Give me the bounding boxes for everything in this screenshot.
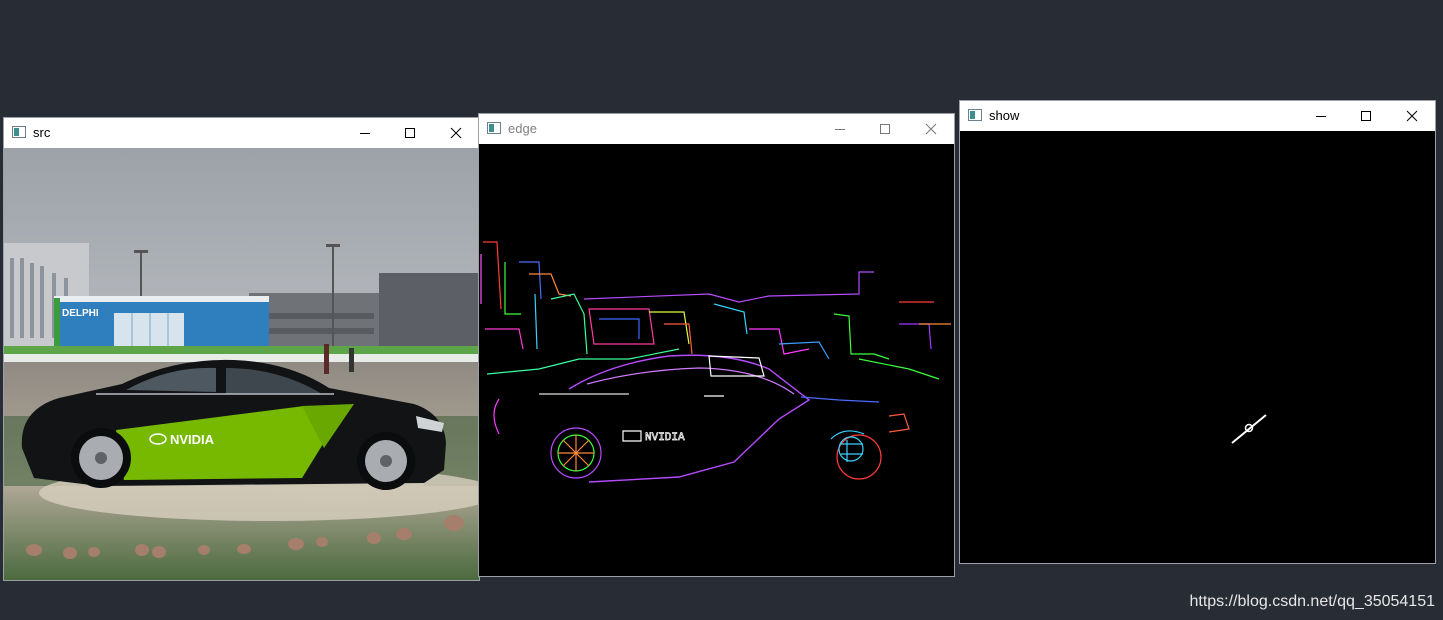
image-canvas-show	[960, 131, 1435, 563]
maximize-icon	[405, 128, 415, 138]
minimize-button[interactable]	[342, 118, 388, 148]
window-edge[interactable]: edge NVIDIA	[479, 114, 954, 576]
close-icon	[450, 127, 462, 139]
window-title: src	[33, 125, 51, 140]
minimize-icon	[360, 133, 370, 134]
app-icon	[487, 122, 501, 134]
car-logo: NVIDIA	[170, 432, 215, 447]
minimize-button[interactable]	[817, 114, 863, 144]
minimize-button[interactable]	[1298, 101, 1344, 131]
window-title: edge	[508, 121, 537, 136]
minimize-icon	[835, 129, 845, 130]
maximize-icon	[1361, 111, 1371, 121]
watermark: https://blog.csdn.net/qq_35054151	[1189, 593, 1435, 610]
app-icon	[968, 109, 982, 121]
close-button[interactable]	[908, 114, 954, 144]
edge-logo: NVIDIA	[645, 432, 685, 444]
close-icon	[1406, 110, 1418, 122]
booth-sign: DELPHI	[62, 308, 99, 319]
window-src[interactable]: src DELPHI NVIDIA	[4, 118, 479, 580]
titlebar-edge[interactable]: edge	[479, 114, 954, 144]
close-button[interactable]	[433, 118, 479, 148]
maximize-button[interactable]	[387, 118, 433, 148]
image-canvas-edge: NVIDIA	[479, 144, 954, 576]
minimize-icon	[1316, 116, 1326, 117]
maximize-icon	[880, 124, 890, 134]
fitted-line-marker	[1231, 414, 1267, 444]
image-canvas-src: DELPHI NVIDIA	[4, 148, 479, 580]
app-icon	[12, 126, 26, 138]
close-button[interactable]	[1389, 101, 1435, 131]
close-icon	[925, 123, 937, 135]
edge-contours: NVIDIA	[480, 241, 951, 483]
titlebar-show[interactable]: show	[960, 101, 1435, 131]
maximize-button[interactable]	[1343, 101, 1389, 131]
titlebar-src[interactable]: src	[4, 118, 479, 148]
window-title: show	[989, 108, 1020, 123]
maximize-button[interactable]	[862, 114, 908, 144]
window-show[interactable]: show	[960, 101, 1435, 563]
source-photo: DELPHI NVIDIA	[4, 148, 479, 580]
